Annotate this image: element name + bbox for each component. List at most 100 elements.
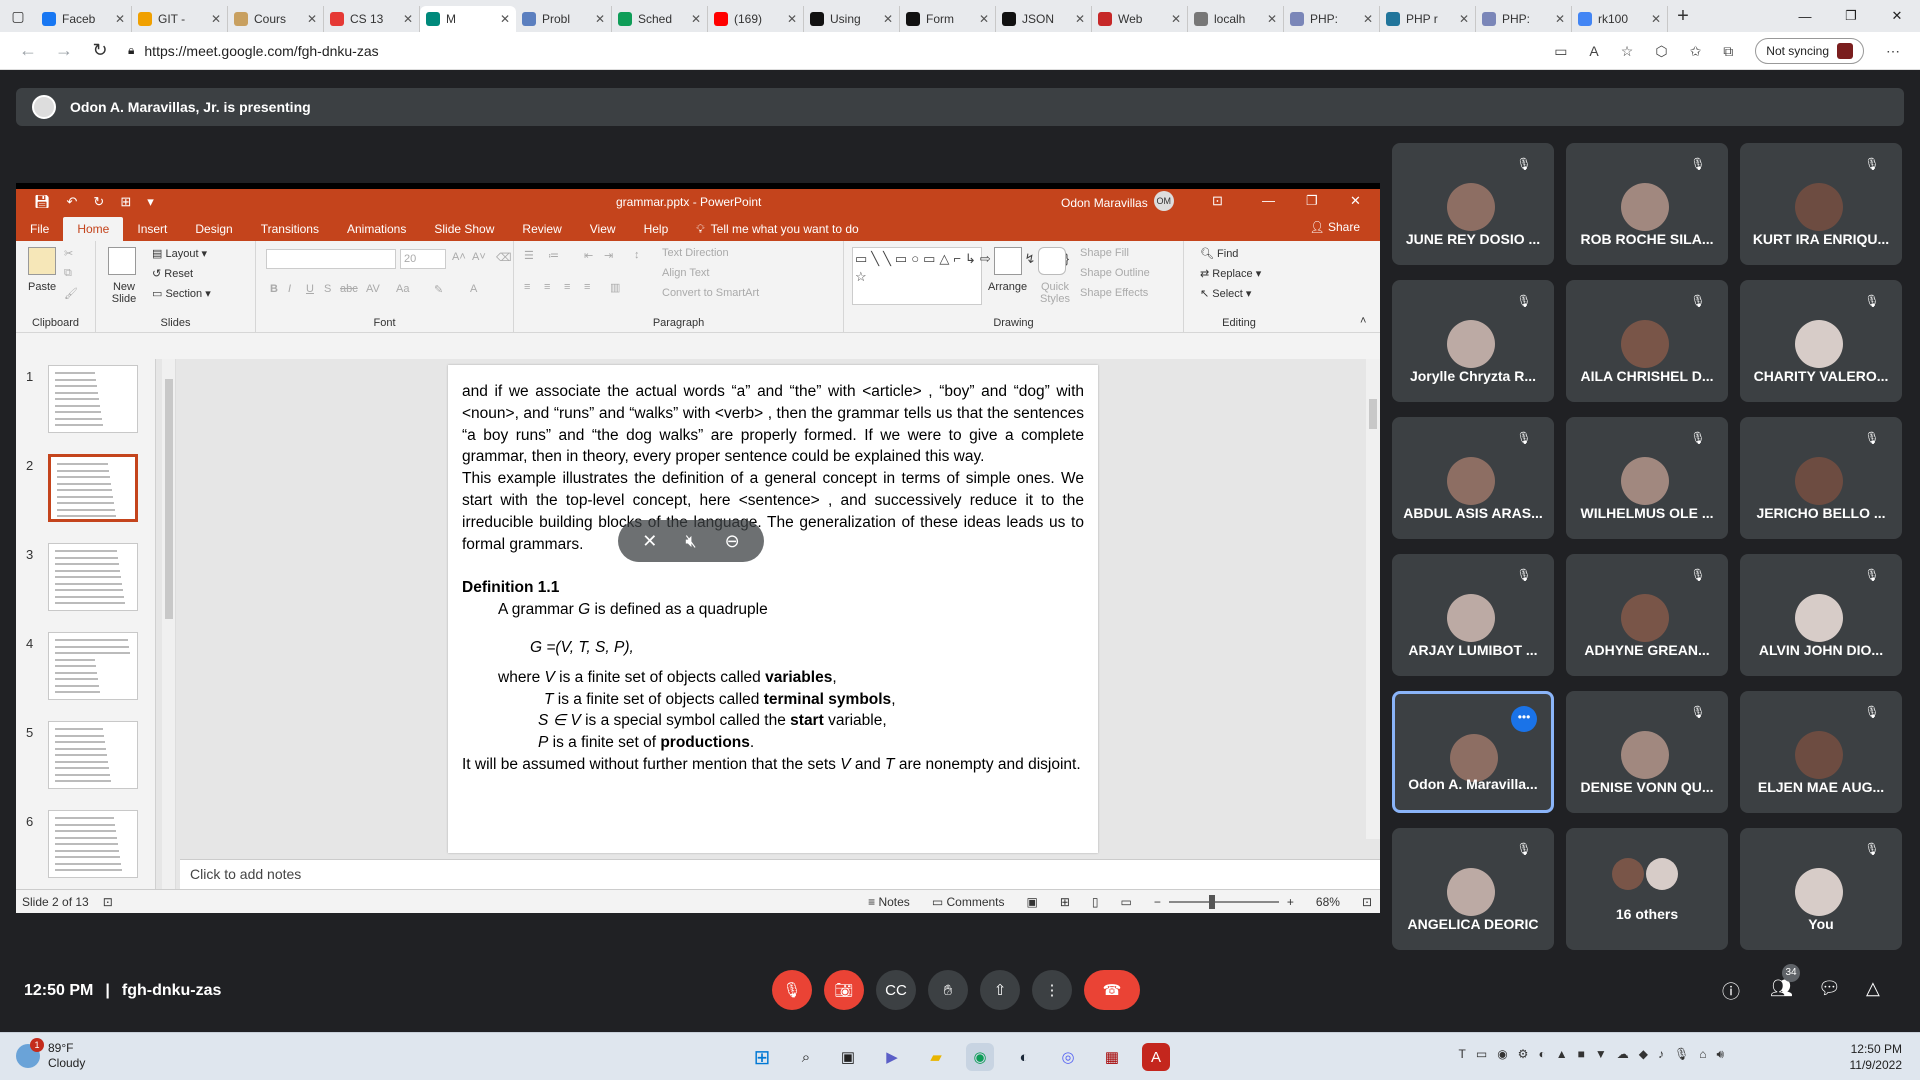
forward-icon[interactable]: →: [46, 40, 82, 61]
tab-close-icon[interactable]: ✕: [1267, 12, 1277, 26]
participant-tile[interactable]: 🎙︎ JUNE REY DOSIO ...: [1392, 143, 1554, 265]
zoom-level[interactable]: 68%: [1316, 895, 1340, 909]
mic-off-button[interactable]: 🎙︎: [772, 970, 812, 1010]
select-button[interactable]: ↖ Select ▾: [1200, 287, 1251, 300]
copy-icon[interactable]: ⧉: [64, 267, 72, 280]
participant-tile[interactable]: 🎙︎ ADHYNE GREAN...: [1566, 554, 1728, 676]
slide-thumbnail-image[interactable]: [48, 365, 138, 433]
browser-tab[interactable]: (169) ✕: [708, 6, 804, 32]
tray-icon-j[interactable]: ♪: [1658, 1047, 1664, 1062]
tab-close-icon[interactable]: ✕: [787, 12, 797, 26]
network-icon[interactable]: ⌂: [1699, 1047, 1706, 1062]
numbering-icon[interactable]: ≔: [548, 249, 559, 262]
slide-scroll-thumb[interactable]: [1369, 399, 1377, 429]
participant-tile[interactable]: 🎙︎ ALVIN JOHN DIO...: [1740, 554, 1902, 676]
italic-icon[interactable]: I: [288, 283, 291, 295]
browser-tab[interactable]: Using ✕: [804, 6, 900, 32]
comments-toggle[interactable]: ▭ Comments: [932, 895, 1005, 909]
slide-canvas[interactable]: and if we associate the actual words “a”…: [448, 365, 1098, 853]
strike-icon[interactable]: abc: [340, 283, 358, 295]
tab-close-icon[interactable]: ✕: [211, 12, 221, 26]
tray-icon-b[interactable]: ◉: [1497, 1047, 1507, 1062]
mute-tile-icon[interactable]: 🔇︎: [685, 531, 696, 552]
quick-styles-button[interactable]: Quick Styles: [1038, 281, 1072, 305]
ribbon-tab-animations[interactable]: Animations: [333, 217, 420, 241]
camera-icon[interactable]: ▭: [1554, 43, 1567, 60]
columns-icon[interactable]: ▥: [610, 281, 620, 294]
justify-icon[interactable]: ≡: [584, 281, 590, 293]
raise-hand-button[interactable]: ✋︎: [928, 970, 968, 1010]
participant-tile[interactable]: 🎙︎ You: [1740, 828, 1902, 950]
slide-thumbnail-image[interactable]: [48, 632, 138, 700]
participant-tile[interactable]: ••• Odon A. Maravilla...: [1392, 691, 1554, 813]
more-options-icon[interactable]: •••: [1511, 706, 1537, 732]
tray-icon-a[interactable]: ▭: [1476, 1047, 1487, 1062]
line-spacing-icon[interactable]: ↕: [634, 249, 640, 261]
decrease-indent-icon[interactable]: ⇤: [584, 249, 593, 262]
browser-tab[interactable]: Cours ✕: [228, 6, 324, 32]
grow-font-icon[interactable]: A˄: [452, 251, 466, 263]
leave-call-button[interactable]: ☎︎: [1084, 970, 1140, 1010]
ribbon-tab-slide-show[interactable]: Slide Show: [420, 217, 508, 241]
shapes-gallery[interactable]: ▭╲╲▭○▭△⌐↳⇨⇩↺↯⌒{}☆: [852, 247, 1069, 305]
align-text-button[interactable]: Align Text: [662, 267, 710, 279]
slide-thumbnail[interactable]: 6: [16, 810, 146, 882]
menu-icon[interactable]: ⋯: [1886, 43, 1900, 60]
favorites-bar-icon[interactable]: ✩: [1690, 43, 1702, 60]
tab-close-icon[interactable]: ✕: [115, 12, 125, 26]
slide-scrollbar[interactable]: [1366, 359, 1380, 839]
participant-tile[interactable]: 🎙︎ ROB ROCHE SILA...: [1566, 143, 1728, 265]
align-right-icon[interactable]: ≡: [564, 281, 570, 293]
browser-tab[interactable]: PHP r ✕: [1380, 6, 1476, 32]
tray-icon-c[interactable]: ⚙: [1518, 1047, 1529, 1062]
sync-button[interactable]: Not syncing: [1755, 38, 1864, 64]
tab-close-icon[interactable]: ✕: [1363, 12, 1373, 26]
more-options-button[interactable]: ⋮: [1032, 970, 1072, 1010]
zoom-slider[interactable]: − +: [1154, 894, 1294, 909]
tab-close-icon[interactable]: ✕: [403, 12, 413, 26]
activities-icon[interactable]: △: [1866, 978, 1880, 999]
font-size-box[interactable]: 20: [400, 249, 446, 269]
convert-smartart-button[interactable]: Convert to SmartArt: [662, 287, 759, 299]
ppt-close-icon[interactable]: ✕: [1350, 193, 1361, 209]
fit-to-window-icon[interactable]: ⊡: [1362, 895, 1372, 909]
edge-icon[interactable]: ◉: [966, 1043, 994, 1071]
browser-tab[interactable]: CS 13 ✕: [324, 6, 420, 32]
spacing-icon[interactable]: AV: [366, 283, 380, 295]
captions-button[interactable]: CC: [876, 970, 916, 1010]
participant-tile[interactable]: 🎙︎ DENISE VONN QU...: [1566, 691, 1728, 813]
tray-icon-e[interactable]: ▲: [1556, 1047, 1568, 1062]
share-button[interactable]: 👤︎ Share: [1309, 220, 1360, 234]
shrink-font-icon[interactable]: A˅: [472, 251, 486, 263]
file-explorer-icon[interactable]: ▰: [922, 1043, 950, 1071]
new-tab-button[interactable]: +: [1668, 5, 1698, 28]
reload-icon[interactable]: ↻: [82, 40, 118, 61]
browser-tab[interactable]: Web ✕: [1092, 6, 1188, 32]
teams-tray-icon[interactable]: T: [1459, 1047, 1466, 1062]
thumbnail-scroll-thumb[interactable]: [165, 379, 173, 619]
slide-thumbnail-image[interactable]: [48, 721, 138, 789]
participant-tile[interactable]: 🎙︎ ANGELICA DEORIC: [1392, 828, 1554, 950]
browser-tab[interactable]: JSON ✕: [996, 6, 1092, 32]
shadow-icon[interactable]: S: [324, 283, 331, 295]
cut-icon[interactable]: ✂: [64, 247, 73, 260]
ribbon-tab-review[interactable]: Review: [508, 217, 575, 241]
layout-button[interactable]: ▤ Layout ▾: [152, 247, 207, 260]
slide-thumbnail[interactable]: 1: [16, 365, 146, 437]
mic-tray-icon[interactable]: 🎙︎: [1674, 1047, 1689, 1062]
change-case-icon[interactable]: Aa: [396, 283, 409, 295]
spelling-icon[interactable]: ⊡: [103, 895, 113, 909]
tab-close-icon[interactable]: ✕: [1555, 12, 1565, 26]
tab-close-icon[interactable]: ✕: [595, 12, 605, 26]
tray-icon-f[interactable]: ■: [1578, 1047, 1585, 1062]
ribbon-tab-home[interactable]: Home: [63, 217, 124, 241]
participant-tile[interactable]: 🎙︎ AILA CHRISHEL D...: [1566, 280, 1728, 402]
volume-icon[interactable]: 🔊︎: [1716, 1047, 1724, 1062]
save-icon[interactable]: 💾︎: [34, 194, 51, 210]
task-view-icon[interactable]: ▣: [834, 1043, 862, 1071]
participant-tile[interactable]: 🎙︎ ARJAY LUMIBOT ...: [1392, 554, 1554, 676]
tray-icon-h[interactable]: ☁: [1617, 1047, 1629, 1062]
chat-icon[interactable]: 💬︎: [1818, 978, 1841, 999]
new-slide-button[interactable]: New Slide: [106, 281, 142, 305]
participant-tile[interactable]: 🎙︎ KURT IRA ENRIQU...: [1740, 143, 1902, 265]
